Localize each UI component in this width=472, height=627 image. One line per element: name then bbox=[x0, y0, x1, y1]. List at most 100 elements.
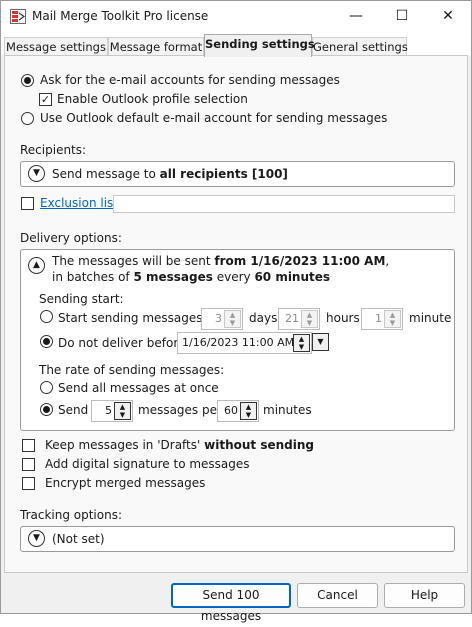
spin-down-icon[interactable]: ▼ bbox=[225, 319, 240, 327]
send-messages-button[interactable]: Send 100 messages bbox=[171, 583, 291, 623]
keep-drafts-prefix: Keep messages in 'Drafts' bbox=[45, 438, 205, 452]
not-before-datetime[interactable]: 1/16/2023 11:00 AM ▲ ▼ bbox=[177, 332, 312, 354]
maximize-icon: ☐ bbox=[395, 8, 409, 24]
delivery-start-date: from 1/16/2023 11:00 AM bbox=[214, 254, 386, 268]
recipients-summary-value: all recipients [100] bbox=[159, 167, 288, 181]
exclusion-list-checkbox[interactable] bbox=[21, 197, 34, 210]
batch-size-value: 5 bbox=[105, 404, 112, 417]
tab-message-format[interactable]: Message format bbox=[108, 37, 204, 56]
title-bar: Mail Merge Toolkit Pro license — ☐ ✕ bbox=[1, 1, 471, 32]
delivery-line1-suffix: , bbox=[385, 254, 390, 268]
hours-label: hours bbox=[326, 311, 360, 325]
messages-per-label: messages per bbox=[138, 403, 222, 417]
days-spin-arrows[interactable]: ▲ ▼ bbox=[224, 310, 241, 328]
recipients-summary-prefix: Send message to bbox=[52, 167, 160, 181]
spin-down-icon[interactable]: ▼ bbox=[115, 411, 130, 419]
days-label: days bbox=[249, 311, 278, 325]
help-button[interactable]: Help bbox=[384, 583, 465, 608]
spin-down-icon[interactable]: ▼ bbox=[385, 319, 400, 327]
tab-strip: Message settings Message format Sending … bbox=[1, 32, 471, 57]
spin-down-icon[interactable]: ▼ bbox=[302, 319, 317, 327]
delivery-summary-line2: in batches of 5 messages every 60 minute… bbox=[52, 270, 330, 284]
digital-signature-label: Add digital signature to messages bbox=[45, 457, 250, 471]
exclusion-list-field[interactable] bbox=[113, 195, 455, 213]
digital-signature-checkbox[interactable] bbox=[22, 458, 35, 471]
keep-drafts-emphasis: without sending bbox=[204, 438, 314, 452]
days-spinner[interactable]: 3 ▲ ▼ bbox=[201, 308, 243, 330]
close-icon: ✕ bbox=[442, 8, 454, 24]
send-all-label: Send all messages at once bbox=[58, 381, 219, 395]
minimize-button[interactable]: — bbox=[333, 1, 379, 32]
minutes-label: minutes bbox=[263, 403, 312, 417]
send-label: Send bbox=[58, 403, 89, 417]
delivery-summary-line1: The messages will be sent from 1/16/2023… bbox=[52, 254, 389, 268]
spin-down-icon[interactable]: ▼ bbox=[294, 343, 309, 351]
use-default-account-radio[interactable] bbox=[21, 112, 34, 125]
interval-spinner[interactable]: 60 ▲ ▼ bbox=[217, 400, 259, 422]
rate-heading: The rate of sending messages: bbox=[39, 363, 225, 377]
chevron-up-icon[interactable]: ▲ bbox=[28, 257, 45, 274]
datetime-spin-arrows[interactable]: ▲ ▼ bbox=[293, 334, 310, 352]
recipients-heading: Recipients: bbox=[20, 143, 87, 157]
ask-accounts-label: Ask for the e-mail accounts for sending … bbox=[40, 73, 340, 87]
tab-general-settings[interactable]: General settings bbox=[312, 37, 408, 56]
keep-drafts-label: Keep messages in 'Drafts' without sendin… bbox=[45, 438, 314, 452]
window-title: Mail Merge Toolkit Pro license bbox=[32, 9, 209, 23]
sending-start-heading: Sending start: bbox=[39, 292, 124, 306]
spin-up-icon[interactable]: ▲ bbox=[385, 311, 400, 319]
days-value: 3 bbox=[215, 312, 222, 325]
tracking-options-heading: Tracking options: bbox=[20, 508, 123, 522]
delivery-options-box: ▲ The messages will be sent from 1/16/20… bbox=[20, 249, 455, 431]
keep-drafts-checkbox[interactable] bbox=[22, 439, 35, 452]
start-in-radio[interactable] bbox=[40, 310, 53, 323]
not-before-radio[interactable] bbox=[40, 335, 53, 348]
spin-up-icon[interactable]: ▲ bbox=[115, 403, 130, 411]
spin-up-icon[interactable]: ▲ bbox=[302, 311, 317, 319]
chevron-down-icon[interactable]: ▼ bbox=[28, 165, 45, 182]
spin-up-icon[interactable]: ▲ bbox=[294, 335, 309, 343]
minute-value: 1 bbox=[375, 312, 382, 325]
use-default-account-label: Use Outlook default e-mail account for s… bbox=[40, 111, 388, 125]
sending-settings-panel: Ask for the e-mail accounts for sending … bbox=[4, 55, 468, 573]
not-before-value: 1/16/2023 11:00 AM bbox=[182, 336, 295, 349]
minimize-icon: — bbox=[349, 8, 363, 24]
mail-merge-app-icon bbox=[10, 9, 26, 24]
close-button[interactable]: ✕ bbox=[425, 1, 471, 32]
tab-sending-settings[interactable]: Sending settings bbox=[204, 34, 315, 57]
recipients-summary: Send message to all recipients [100] bbox=[52, 167, 288, 181]
interval-value: 60 bbox=[224, 404, 238, 417]
batch-size-spinner[interactable]: 5 ▲ ▼ bbox=[91, 400, 133, 422]
delivery-options-heading: Delivery options: bbox=[20, 231, 122, 245]
interval-spin-arrows[interactable]: ▲ ▼ bbox=[240, 402, 257, 420]
recipients-summary-box: ▼ Send message to all recipients [100] bbox=[20, 161, 455, 187]
spin-up-icon[interactable]: ▲ bbox=[241, 403, 256, 411]
encrypt-checkbox[interactable] bbox=[22, 477, 35, 490]
tracking-value: (Not set) bbox=[52, 532, 105, 546]
spin-down-icon[interactable]: ▼ bbox=[241, 411, 256, 419]
chevron-down-icon[interactable]: ▼ bbox=[28, 530, 45, 547]
minute-spinner[interactable]: 1 ▲ ▼ bbox=[361, 308, 403, 330]
send-all-radio[interactable] bbox=[40, 381, 53, 394]
cancel-button[interactable]: Cancel bbox=[297, 583, 378, 608]
maximize-button[interactable]: ☐ bbox=[379, 1, 425, 32]
license-dialog: Mail Merge Toolkit Pro license — ☐ ✕ Mes… bbox=[0, 0, 472, 623]
enable-profile-checkbox[interactable]: ✓ bbox=[39, 93, 52, 106]
delivery-batch-size: 5 messages bbox=[133, 270, 213, 284]
ask-accounts-radio[interactable] bbox=[21, 74, 34, 87]
batch-spin-arrows[interactable]: ▲ ▼ bbox=[114, 402, 131, 420]
calendar-dropdown-button[interactable]: ▼ bbox=[312, 333, 329, 351]
tracking-options-box: ▼ (Not set) bbox=[20, 526, 455, 552]
hours-value: 21 bbox=[285, 312, 299, 325]
start-in-label: Start sending messages in bbox=[58, 311, 218, 325]
hours-spinner[interactable]: 21 ▲ ▼ bbox=[278, 308, 320, 330]
exclusion-list-link[interactable]: Exclusion list bbox=[40, 196, 118, 210]
enable-profile-label: Enable Outlook profile selection bbox=[57, 92, 248, 106]
tab-message-settings[interactable]: Message settings bbox=[4, 37, 108, 56]
spin-up-icon[interactable]: ▲ bbox=[225, 311, 240, 319]
delivery-line2-mid: every bbox=[212, 270, 255, 284]
delivery-line2-prefix: in batches of bbox=[52, 270, 134, 284]
minute-label: minute bbox=[409, 311, 452, 325]
hours-spin-arrows[interactable]: ▲ ▼ bbox=[301, 310, 318, 328]
send-rate-radio[interactable] bbox=[40, 403, 53, 416]
minute-spin-arrows[interactable]: ▲ ▼ bbox=[384, 310, 401, 328]
